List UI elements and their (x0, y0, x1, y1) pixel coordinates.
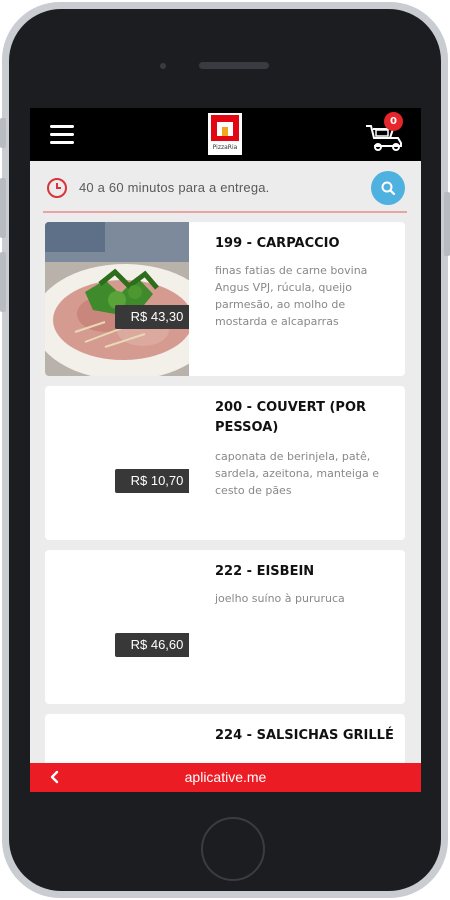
search-button[interactable] (371, 171, 405, 205)
volume-down-button (0, 252, 6, 312)
price-tag: R$ 10,70 (115, 469, 189, 493)
product-description: joelho suíno à pururuca (215, 592, 345, 605)
cart-count-badge: 0 (384, 112, 403, 131)
price-tag: R$ 46,60 (115, 633, 189, 657)
camera (160, 63, 166, 69)
product-title: 222 - EISBEIN (215, 564, 315, 579)
product-description: caponata de berinjela, patê, sardela, az… (215, 450, 379, 497)
hamburger-menu-icon[interactable] (50, 125, 74, 145)
speaker (199, 62, 269, 69)
delivery-info-bar: 40 a 60 minutos para a entrega. (43, 168, 407, 212)
footer-bar: aplicative.me (30, 763, 421, 792)
product-description: finas fatias de carne bovina Angus VPJ, … (215, 264, 368, 328)
product-card[interactable]: R$ 10,70 200 - COUVERT (POR PESSOA) capo… (45, 386, 405, 540)
mute-switch (0, 118, 6, 148)
product-title: 199 - CARPACCIO (215, 236, 340, 251)
restaurant-logo[interactable]: PizzaRia (208, 113, 242, 155)
product-title: 200 - COUVERT (POR PESSOA) (215, 400, 367, 435)
product-card[interactable]: R$ 43,30 199 - CARPACCIO finas fatias de… (45, 222, 405, 376)
volume-up-button (0, 178, 6, 238)
clock-icon (47, 178, 67, 198)
search-icon (381, 181, 396, 196)
product-card[interactable]: R$ 46,60 222 - EISBEIN joelho suíno à pu… (45, 550, 405, 704)
app-screen: PizzaRia 0 40 a 60 minutos para a entreg… (30, 108, 421, 792)
home-button[interactable] (201, 817, 265, 881)
top-bar: PizzaRia 0 (30, 108, 421, 161)
footer-site-link[interactable]: aplicative.me (30, 769, 421, 785)
product-image-carpaccio: R$ 43,30 (45, 222, 189, 376)
price-tag: R$ 43,30 (115, 305, 189, 329)
logo-text: PizzaRia (212, 144, 238, 151)
product-title: 224 - SALSICHAS GRILLÉ (215, 728, 394, 743)
product-image-placeholder: R$ 10,70 (45, 386, 189, 540)
divider (43, 211, 407, 213)
power-button (444, 192, 450, 256)
product-image-placeholder: R$ 46,60 (45, 550, 189, 704)
delivery-time-text: 40 a 60 minutos para a entrega. (79, 180, 270, 195)
